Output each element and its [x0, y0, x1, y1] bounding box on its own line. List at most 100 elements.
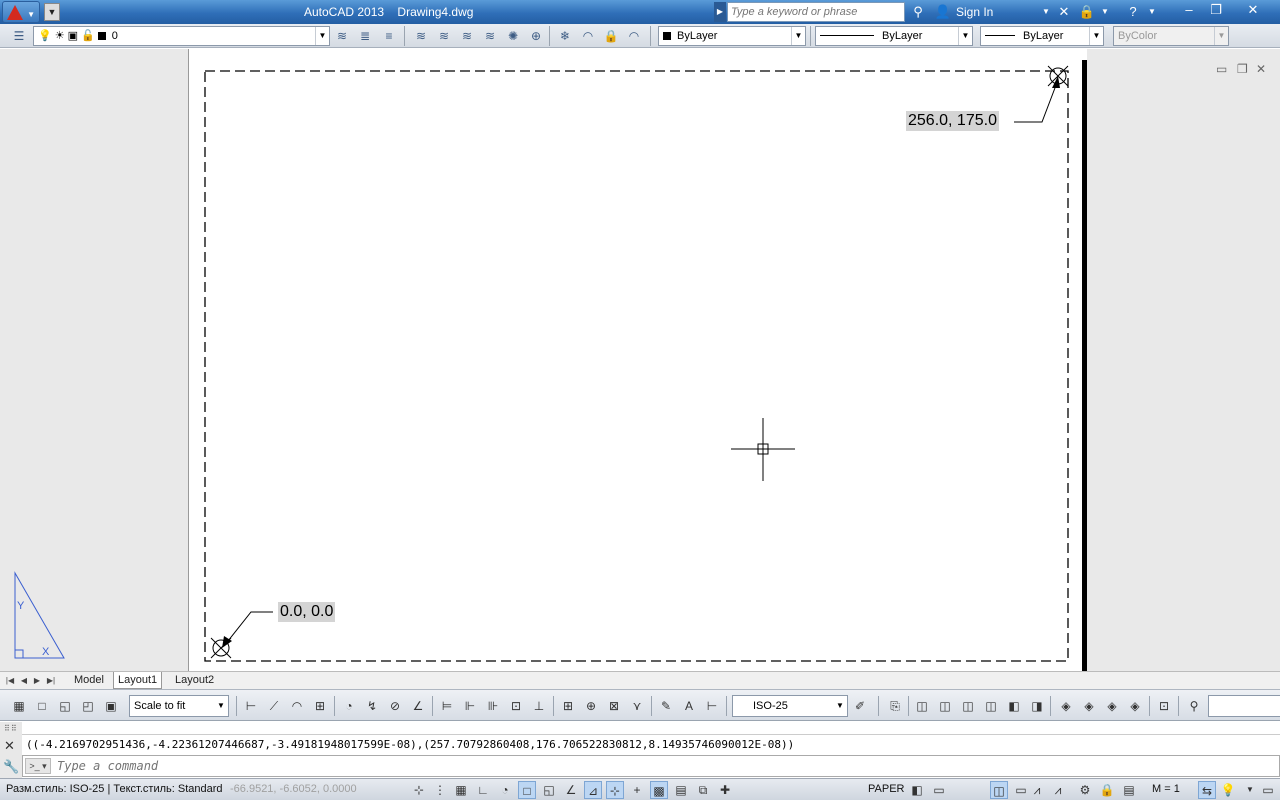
- annotation-scale[interactable]: M = 1: [1152, 783, 1180, 795]
- polygonal-viewport-icon[interactable]: ◱: [56, 697, 74, 715]
- transparency-icon[interactable]: ▩: [650, 781, 668, 799]
- ucs-y-label: Y: [17, 600, 25, 612]
- jogged-dimension-icon[interactable]: ↯: [363, 697, 381, 715]
- tab-layout1[interactable]: Layout1: [113, 672, 163, 689]
- sw-isometric-icon[interactable]: ◈: [1057, 697, 1075, 715]
- dimension-style-dropdown[interactable]: ISO-25 ▼: [732, 695, 848, 717]
- dynamic-ucs-icon[interactable]: ⊿: [584, 781, 602, 799]
- ordinate-dimension-icon[interactable]: ⊞: [311, 697, 329, 715]
- snap-mode-icon[interactable]: ⋮: [431, 781, 449, 799]
- dynamic-input-icon[interactable]: ⊹: [606, 781, 624, 799]
- infer-constraints-icon[interactable]: ⊹: [410, 781, 428, 799]
- bottom-view-icon[interactable]: ◫: [936, 697, 954, 715]
- angular-dimension-icon[interactable]: ∠: [409, 697, 427, 715]
- radius-dimension-icon[interactable]: ◔: [340, 697, 358, 715]
- annotation-monitor-icon[interactable]: ✚: [716, 781, 734, 799]
- dimension-update-icon[interactable]: ⊢: [703, 697, 721, 715]
- last-tab-icon[interactable]: ▶|: [45, 674, 57, 687]
- coordinate-label-top-right[interactable]: 256.0, 175.0: [906, 111, 999, 131]
- camera-icon[interactable]: ⊡: [1155, 697, 1173, 715]
- zoom-realtime-icon[interactable]: ⚲: [1185, 697, 1203, 715]
- arc-length-icon[interactable]: ◠: [288, 697, 306, 715]
- grid-display-icon[interactable]: ▦: [452, 781, 470, 799]
- first-tab-icon[interactable]: |◀: [4, 674, 16, 687]
- left-view-icon[interactable]: ◫: [959, 697, 977, 715]
- object-snap-tracking-icon[interactable]: ∠: [562, 781, 580, 799]
- se-isometric-icon[interactable]: ◈: [1080, 697, 1098, 715]
- selection-cycling-icon[interactable]: ⧉: [694, 781, 712, 799]
- nw-isometric-icon[interactable]: ◈: [1126, 697, 1144, 715]
- dimension-text-edit-icon[interactable]: A: [680, 697, 698, 715]
- convert-viewport-icon[interactable]: ◰: [79, 697, 97, 715]
- command-line: >_ ▾: [22, 755, 1280, 777]
- display-viewports-icon[interactable]: ▦: [10, 697, 28, 715]
- linear-dimension-icon[interactable]: ⊢: [242, 697, 260, 715]
- back-view-icon[interactable]: ◨: [1028, 697, 1046, 715]
- clip-viewport-icon[interactable]: ▣: [102, 697, 120, 715]
- toolbar-search-field[interactable]: [1208, 695, 1280, 717]
- dimension-style-value: ISO-25: [753, 700, 788, 712]
- separator: [553, 696, 554, 716]
- tab-layout2[interactable]: Layout2: [171, 672, 218, 689]
- jogged-linear-icon[interactable]: ⋎: [628, 697, 646, 715]
- separator: [908, 696, 909, 716]
- lineweight-display-icon[interactable]: +: [628, 781, 646, 799]
- command-customize-icon[interactable]: 🔧: [3, 759, 19, 775]
- dimension-style-manager-icon[interactable]: ✐: [851, 697, 869, 715]
- command-input[interactable]: [57, 756, 1257, 776]
- separator: [1178, 696, 1179, 716]
- polar-tracking-icon[interactable]: ◔: [496, 781, 514, 799]
- grip-dots-icon: ⠿⠿: [4, 724, 18, 733]
- clean-screen-icon[interactable]: ▭: [1259, 781, 1277, 799]
- ucs-icon: Y X: [14, 571, 65, 659]
- quick-view-layouts-icon[interactable]: ◧: [908, 781, 926, 799]
- dimension-edit-icon[interactable]: ✎: [657, 697, 675, 715]
- separator: [236, 696, 237, 716]
- maximize-viewport-icon[interactable]: ◫: [990, 781, 1008, 799]
- ne-isometric-icon[interactable]: ◈: [1103, 697, 1121, 715]
- light-bulb-icon[interactable]: 💡: [1219, 781, 1237, 799]
- 3d-object-snap-icon[interactable]: ◱: [540, 781, 558, 799]
- center-mark-icon[interactable]: ⊕: [582, 697, 600, 715]
- single-viewport-icon[interactable]: □: [33, 697, 51, 715]
- baseline-dimension-icon[interactable]: ⊩: [461, 697, 479, 715]
- front-view-icon[interactable]: ◧: [1005, 697, 1023, 715]
- coordinate-label-bottom-left[interactable]: 0.0, 0.0: [278, 602, 336, 622]
- quick-view-drawings-icon[interactable]: ▭: [930, 781, 948, 799]
- diameter-dimension-icon[interactable]: ⊘: [386, 697, 404, 715]
- workspace-switching-icon[interactable]: ⚙: [1076, 781, 1094, 799]
- recent-commands-button[interactable]: >_ ▾: [25, 758, 51, 774]
- ucs-x-label: X: [42, 646, 50, 658]
- viewport-scale-dropdown[interactable]: Scale to fit ▼: [129, 695, 229, 717]
- leader-bottom-left[interactable]: [222, 611, 273, 648]
- close-command-line-icon[interactable]: ✕: [4, 738, 15, 754]
- next-tab-icon[interactable]: ▶: [31, 674, 43, 687]
- separator: [651, 696, 652, 716]
- layout-tabs-bar: |◀ ◀ ▶ ▶| Model Layout1 Layout2: [0, 671, 1280, 689]
- view-manager-icon[interactable]: ⎘: [886, 697, 904, 715]
- ortho-mode-icon[interactable]: ∟: [474, 781, 492, 799]
- chevron-down-icon[interactable]: ▼: [1241, 781, 1259, 799]
- dimension-space-icon[interactable]: ⊡: [507, 697, 525, 715]
- lock-ui-icon[interactable]: 🔒: [1098, 781, 1116, 799]
- cursor-coordinates[interactable]: -66.9521, -6.6052, 0.0000: [230, 783, 357, 795]
- dimension-break-icon[interactable]: ⊥: [530, 697, 548, 715]
- tab-model[interactable]: Model: [70, 672, 108, 689]
- previous-tab-icon[interactable]: ◀: [18, 674, 30, 687]
- top-view-icon[interactable]: ◫: [913, 697, 931, 715]
- inspection-icon[interactable]: ⊠: [605, 697, 623, 715]
- object-snap-icon[interactable]: □: [518, 781, 536, 799]
- tolerance-icon[interactable]: ⊞: [559, 697, 577, 715]
- chevron-down-icon: ▼: [836, 701, 844, 710]
- aligned-dimension-icon[interactable]: ⟋: [265, 697, 283, 715]
- right-view-icon[interactable]: ◫: [982, 697, 1000, 715]
- quick-dimension-icon[interactable]: ⊨: [438, 697, 456, 715]
- auto-scale-icon[interactable]: ⩘: [1049, 781, 1067, 799]
- continue-dimension-icon[interactable]: ⊪: [484, 697, 502, 715]
- paper-model-toggle[interactable]: PAPER: [868, 783, 904, 795]
- separator: [726, 696, 727, 716]
- quick-properties-icon[interactable]: ▤: [672, 781, 690, 799]
- annotation-visibility-icon[interactable]: ⩘: [1028, 781, 1046, 799]
- hardware-acceleration-icon[interactable]: ▤: [1120, 781, 1138, 799]
- isolate-objects-icon[interactable]: ⇆: [1198, 781, 1216, 799]
